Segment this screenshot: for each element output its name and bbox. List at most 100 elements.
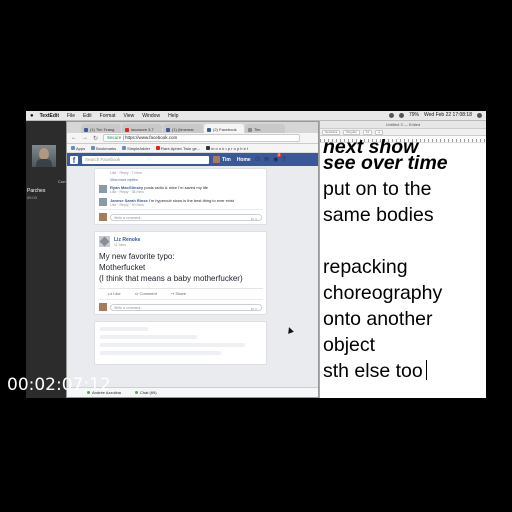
facebook-logo-icon[interactable]: f bbox=[70, 155, 78, 165]
facebook-header: f Search Facebook Tim Home ⚇ ✉ ◉ 2 ? bbox=[67, 153, 318, 166]
address-url: https://www.facebook.com bbox=[124, 135, 178, 140]
chrome-browser-window: (1) Tim Teang lacowore 3.7 (1) (timemar … bbox=[66, 121, 319, 398]
star-icon bbox=[91, 146, 96, 151]
tab-timemar[interactable]: (1) (timemar bbox=[163, 124, 203, 133]
comment-meta[interactable]: Like · Reply · 7 mins bbox=[110, 171, 142, 175]
text-line bbox=[323, 228, 483, 254]
tab-label: (1) (timemar bbox=[172, 127, 194, 132]
text-line: repacking bbox=[323, 256, 408, 278]
post-author[interactable]: Liz Renoke bbox=[114, 237, 140, 243]
post-timestamp[interactable]: 11 mins bbox=[114, 243, 140, 247]
comment: Like · Reply · 7 mins bbox=[95, 169, 266, 177]
back-icon[interactable]: ← bbox=[71, 135, 77, 141]
placeholder-line bbox=[100, 343, 245, 347]
share-label: Share bbox=[175, 291, 187, 296]
like-button[interactable]: 👍︎ Like bbox=[108, 291, 121, 297]
placeholder-line bbox=[100, 327, 149, 331]
facebook-icon bbox=[166, 127, 170, 132]
menu-app-name[interactable]: TextEdit bbox=[40, 113, 59, 119]
camera-icon[interactable]: ◘ ☺ bbox=[251, 216, 258, 222]
menu-file[interactable]: File bbox=[67, 113, 75, 119]
apps-icon bbox=[71, 146, 75, 151]
write-comment-row: Write a comment... ◘ ☺ bbox=[98, 299, 263, 314]
youtube-icon bbox=[156, 146, 161, 151]
notifications-icon[interactable]: ◉ 2 bbox=[273, 153, 282, 163]
avatar[interactable] bbox=[99, 236, 110, 247]
video-frame: ● TextEdit File Edit Format View Window … bbox=[0, 0, 512, 512]
write-comment-row: Write a comment... ◘ ☺ bbox=[98, 209, 263, 224]
address-row: ← → ↻ Secure | https://www.facebook.com bbox=[67, 133, 318, 144]
facebook-icon bbox=[84, 127, 88, 132]
comment-body: I'm hypercub show is the best thing to e… bbox=[148, 198, 234, 203]
textedit-window: Untitled 3 — Edited Helvetica Regular 12… bbox=[319, 121, 486, 398]
menu-format[interactable]: Format bbox=[100, 113, 116, 119]
bookmark-label: m o n k • p r o p h e t bbox=[211, 145, 249, 151]
profile-link[interactable]: Tim bbox=[213, 156, 231, 163]
camera-icon[interactable]: ◘ ☺ bbox=[251, 306, 258, 312]
secure-label: Secure bbox=[107, 135, 122, 140]
avatar bbox=[213, 156, 220, 163]
menu-window[interactable]: Window bbox=[142, 113, 160, 119]
write-comment-input[interactable]: Write a comment... ◘ ☺ bbox=[110, 213, 262, 222]
address-bar[interactable]: Secure | https://www.facebook.com bbox=[103, 134, 300, 142]
comment-meta[interactable]: Like · Reply · 38 mins bbox=[110, 190, 208, 194]
home-link[interactable]: Home bbox=[237, 157, 251, 163]
post-line: (I think that means a baby motherfucker) bbox=[99, 274, 243, 283]
wifi-icon[interactable] bbox=[388, 112, 394, 118]
forward-icon[interactable]: → bbox=[82, 135, 88, 141]
post-actions: 👍︎ Like ▭ Comment ↪ Share bbox=[98, 288, 263, 299]
news-feed: Like · Reply · 7 mins View more replies … bbox=[94, 168, 267, 371]
comment: Janese Sarah Rinse I'm hypercub show is … bbox=[95, 196, 266, 209]
friends-icon[interactable]: ⚇ bbox=[255, 156, 260, 163]
apple-icon[interactable]: ● bbox=[30, 113, 34, 119]
document-text-area[interactable]: next show see over time put on to the sa… bbox=[323, 136, 483, 384]
bookmarks-bar: Apps Bookmarks SimpleAdder Rare Aphex Tw… bbox=[67, 144, 318, 153]
tab-label: (2) Facebook bbox=[213, 127, 237, 132]
write-comment-input[interactable]: Write a comment... ◘ ☺ bbox=[110, 303, 262, 312]
tab-tim[interactable]: Tim bbox=[245, 124, 285, 133]
spotlight-icon[interactable] bbox=[477, 112, 482, 118]
menu-view[interactable]: View bbox=[124, 113, 135, 119]
text-line: next show bbox=[323, 136, 419, 158]
comment-meta[interactable]: Like · Reply · 40 mins bbox=[110, 203, 234, 207]
bookmark-label: Apps bbox=[76, 145, 86, 151]
text-line: object bbox=[323, 334, 376, 356]
tab-label: lacowore 3.7 bbox=[131, 127, 154, 132]
post-header: Liz Renoke 11 mins bbox=[95, 232, 266, 251]
menu-help[interactable]: Help bbox=[168, 113, 178, 119]
tab-label: Tim bbox=[254, 127, 261, 132]
bookmark-bookmarks[interactable]: Bookmarks bbox=[91, 146, 116, 151]
share-button[interactable]: ↪ Share bbox=[171, 291, 186, 297]
menubar-clock[interactable]: Wed Feb 22 17:08:18 bbox=[424, 112, 472, 118]
facebook-search-input[interactable]: Search Facebook bbox=[82, 155, 209, 164]
bookmark-monk[interactable]: m o n k • p r o p h e t bbox=[206, 146, 248, 151]
bookmark-apps[interactable]: Apps bbox=[71, 146, 85, 151]
text-line: onto another bbox=[323, 308, 433, 330]
avatar bbox=[99, 303, 107, 311]
comment-button[interactable]: ▭ Comment bbox=[135, 291, 157, 297]
messages-icon[interactable]: ✉ bbox=[264, 156, 269, 163]
reload-icon[interactable]: ↻ bbox=[93, 135, 98, 142]
tab-facebook[interactable]: (2) Facebook bbox=[204, 124, 244, 133]
avatar bbox=[99, 213, 107, 221]
tab-tim-teang[interactable]: (1) Tim Teang bbox=[81, 124, 121, 133]
text-line: choreography bbox=[323, 282, 443, 304]
avatar[interactable] bbox=[99, 185, 107, 193]
page-icon bbox=[248, 127, 252, 132]
tab-lacowore[interactable]: lacowore 3.7 bbox=[122, 124, 162, 133]
volume-icon[interactable] bbox=[398, 112, 404, 118]
text-line-with-caret: sth else too bbox=[323, 358, 483, 384]
bookmark-simpleadder[interactable]: SimpleAdder bbox=[122, 146, 150, 151]
notification-badge: 2 bbox=[277, 153, 282, 157]
text-line: sth else too bbox=[323, 360, 423, 382]
chat-button[interactable]: Chat (69) bbox=[134, 390, 157, 395]
write-comment-placeholder: Write a comment... bbox=[114, 215, 144, 220]
online-dot-icon bbox=[134, 391, 138, 394]
help-icon[interactable]: ? bbox=[282, 157, 285, 163]
youtube-icon bbox=[125, 127, 129, 132]
bookmark-aphex[interactable]: Rare Aphex Twin ge... bbox=[156, 146, 200, 151]
write-comment-placeholder: Write a comment... bbox=[114, 305, 144, 310]
menu-edit[interactable]: Edit bbox=[83, 113, 92, 119]
avatar[interactable] bbox=[99, 198, 107, 206]
textedit-title: Untitled 3 — Edited bbox=[320, 121, 486, 129]
